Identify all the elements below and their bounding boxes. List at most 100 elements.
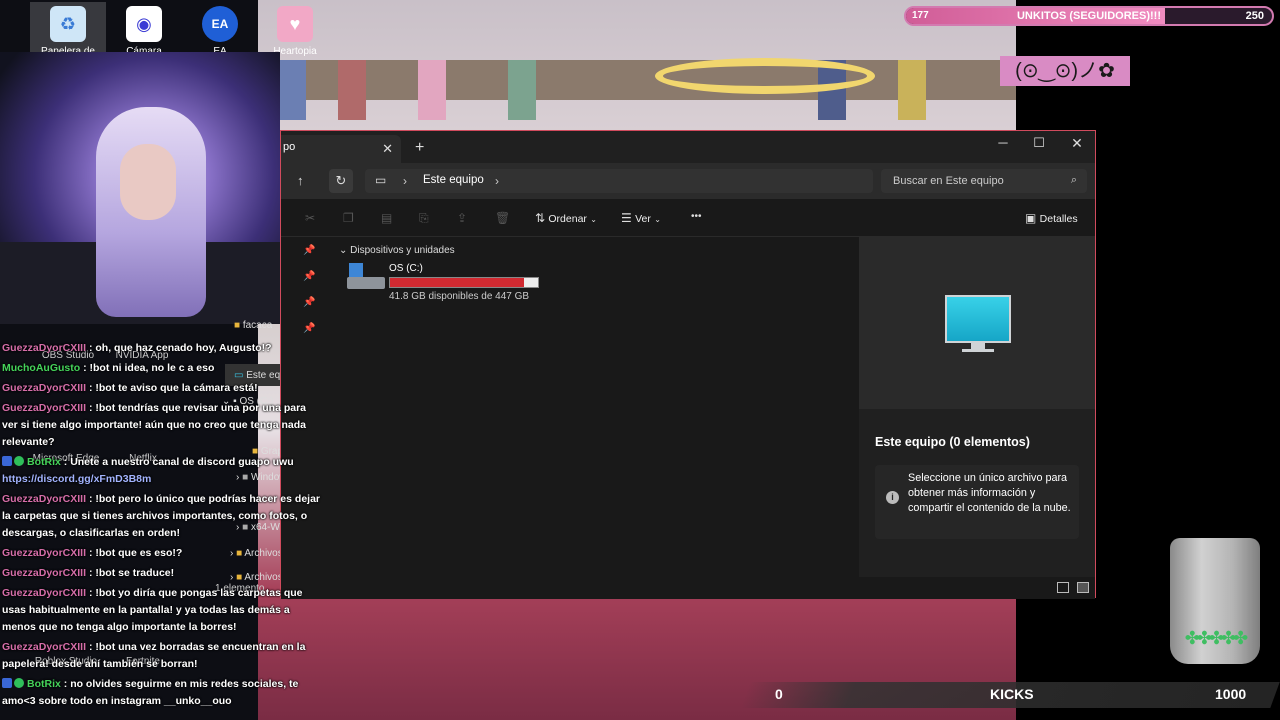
webcam-face (120, 144, 176, 220)
chat-username[interactable]: GuezzaDyorCXIII (2, 567, 86, 579)
chevron-right-icon[interactable]: › (403, 174, 407, 188)
book (338, 60, 366, 120)
refresh-icon[interactable]: ↻ (329, 169, 353, 193)
chat-message: GuezzaDyorCXIII : !bot se traduce! (2, 565, 322, 582)
chevron-right-icon[interactable]: › (495, 174, 499, 188)
chat-username[interactable]: MuchoAuGusto (2, 362, 80, 374)
pin-icon[interactable]: 📌 (303, 245, 315, 256)
chat-separator: : (86, 587, 96, 599)
search-input[interactable] (881, 169, 1061, 193)
chat-separator: : (80, 362, 90, 374)
close-window-icon[interactable]: ✕ (1059, 135, 1095, 155)
maximize-icon[interactable]: ☐ (1021, 135, 1057, 155)
tiles-view-icon[interactable] (1077, 582, 1089, 593)
paste-icon[interactable]: ▤ (381, 211, 392, 225)
chat-link[interactable]: https://discord.gg/xFmD3B8m (2, 473, 151, 485)
status-bar: 1 elemento (215, 577, 1095, 599)
book (898, 60, 926, 120)
drive-c-name[interactable]: OS (C:) (389, 263, 423, 274)
address-bar[interactable]: ▭ › Este equipo › (365, 169, 873, 193)
kicks-current: 0 (775, 686, 783, 702)
desktop-icon-heartopia[interactable]: ♥ Heartopia (257, 2, 333, 57)
chat-username[interactable]: GuezzaDyorCXIII (2, 641, 86, 653)
chat-separator: : (86, 641, 96, 653)
rename-icon[interactable]: ⎘ (419, 211, 429, 226)
up-arrow-icon[interactable]: ↑ (297, 173, 304, 188)
file-list-area: ⌄ Dispositivos y unidades OS (C:) 41.8 G… (331, 237, 857, 577)
chat-separator: : (86, 493, 96, 505)
details-info-area: Este equipo (0 elementos) i Seleccione u… (859, 409, 1095, 577)
pin-icon[interactable]: 📌 (303, 271, 315, 282)
chat-message: GuezzaDyorCXIII : !bot pero lo único que… (2, 491, 322, 542)
delete-icon[interactable]: 🗑 (495, 211, 510, 225)
chat-username[interactable]: GuezzaDyorCXIII (2, 402, 86, 414)
details-label: Detalles (1039, 213, 1078, 225)
chat-text: !bot te aviso que la cámara está! (95, 382, 258, 394)
kaomoji-badge: (⊙‿⊙)ノ✿ (1000, 56, 1130, 86)
sort-button[interactable]: ⇅ Ordenar ⌄ (535, 211, 597, 225)
goal-title: UNKITOS (SEGUIDORES)!!! (1016, 10, 1162, 22)
monitor-base (962, 349, 994, 352)
group-header-label: Dispositivos y unidades (350, 245, 455, 256)
ea-icon: EA (202, 6, 238, 42)
details-info-text: Seleccione un único archivo para obtener… (908, 472, 1071, 514)
pin-icon[interactable]: 📌 (303, 297, 315, 308)
chat-separator: : (86, 382, 96, 394)
chat-username[interactable]: GuezzaDyorCXIII (2, 493, 86, 505)
close-tab-icon[interactable]: ✕ (382, 141, 393, 157)
chat-text: !bot que es eso!? (95, 547, 183, 559)
bot-badge-icon (2, 456, 12, 466)
chat-username[interactable]: GuezzaDyorCXIII (2, 342, 86, 354)
book (278, 60, 306, 120)
details-view-icon[interactable] (1057, 582, 1069, 593)
tab-label: po (283, 141, 296, 153)
chat-username[interactable]: BotRix (27, 456, 61, 468)
share-icon[interactable]: ⇪ (457, 211, 467, 225)
minimize-icon[interactable]: ─ (985, 135, 1021, 155)
tree-item-label: facaca (242, 320, 273, 331)
details-preview (859, 237, 1095, 409)
desktop-icon-recycle-bin[interactable]: ♻ Papelera de (30, 2, 106, 57)
new-tab-icon[interactable]: + (415, 139, 424, 157)
chat-overlay: GuezzaDyorCXIII : oh, que haz cenado hoy… (2, 340, 322, 713)
stream-screen: ♻ Papelera de ◉ Cámara apagada EA EA ♥ H… (0, 0, 1280, 720)
chat-separator: : (60, 678, 71, 690)
file-explorer-window: po ✕ + ─ ☐ ✕ ↑ ↻ ▭ › Este equipo › ⌕ ✂ (215, 130, 1096, 599)
pc-icon: ▭ (375, 173, 387, 187)
search-box[interactable]: ⌕ (881, 169, 1087, 193)
tab-bar: po ✕ + ─ ☐ ✕ (281, 131, 1095, 163)
chat-username[interactable]: GuezzaDyorCXIII (2, 547, 86, 559)
chat-message: BotRix : Unete a nuestro canal de discor… (2, 454, 322, 488)
details-pane-icon: ▣ (1025, 211, 1040, 225)
chat-message: GuezzaDyorCXIII : !bot yo diría que pong… (2, 585, 322, 636)
cut-icon[interactable]: ✂ (305, 211, 315, 225)
chat-username[interactable]: BotRix (27, 678, 61, 690)
copy-icon[interactable]: ❐ (343, 211, 354, 225)
goal-target: 250 (1245, 10, 1264, 22)
drive-usage-fill (390, 278, 525, 287)
chat-text: oh, que haz cenado hoy, Augusto!? (95, 342, 272, 354)
chat-username[interactable]: GuezzaDyorCXIII (2, 382, 86, 394)
bot-badge-icon (2, 678, 12, 688)
desktop-icon-ea[interactable]: EA EA (182, 2, 258, 57)
kicks-max: 1000 (1215, 686, 1247, 702)
view-label: Ver (635, 213, 651, 225)
tree-item-facaca[interactable]: ■ facaca (234, 320, 272, 331)
breadcrumb-this-pc[interactable]: Este equipo (423, 174, 484, 186)
chevron-down-icon: ⌄ (654, 215, 661, 224)
search-icon: ⌕ (1070, 174, 1077, 186)
folder-icon: ■ (234, 320, 243, 331)
sort-label: Ordenar (548, 213, 587, 225)
details-button[interactable]: ▣ Detalles (1025, 211, 1078, 225)
group-header[interactable]: ⌄ Dispositivos y unidades (339, 245, 455, 256)
more-options-icon[interactable]: ••• (691, 211, 702, 222)
drive-usage-bar (389, 277, 539, 288)
chat-message: GuezzaDyorCXIII : !bot te aviso que la c… (2, 380, 322, 397)
pin-icon[interactable]: 📌 (303, 323, 315, 334)
view-button[interactable]: ☰ Ver ⌄ (621, 211, 661, 225)
chat-text: !bot se traduce! (95, 567, 175, 579)
chat-separator: : (86, 342, 96, 354)
book (418, 60, 446, 120)
tab-this-pc[interactable]: po ✕ (281, 135, 401, 163)
chat-username[interactable]: GuezzaDyorCXIII (2, 587, 86, 599)
